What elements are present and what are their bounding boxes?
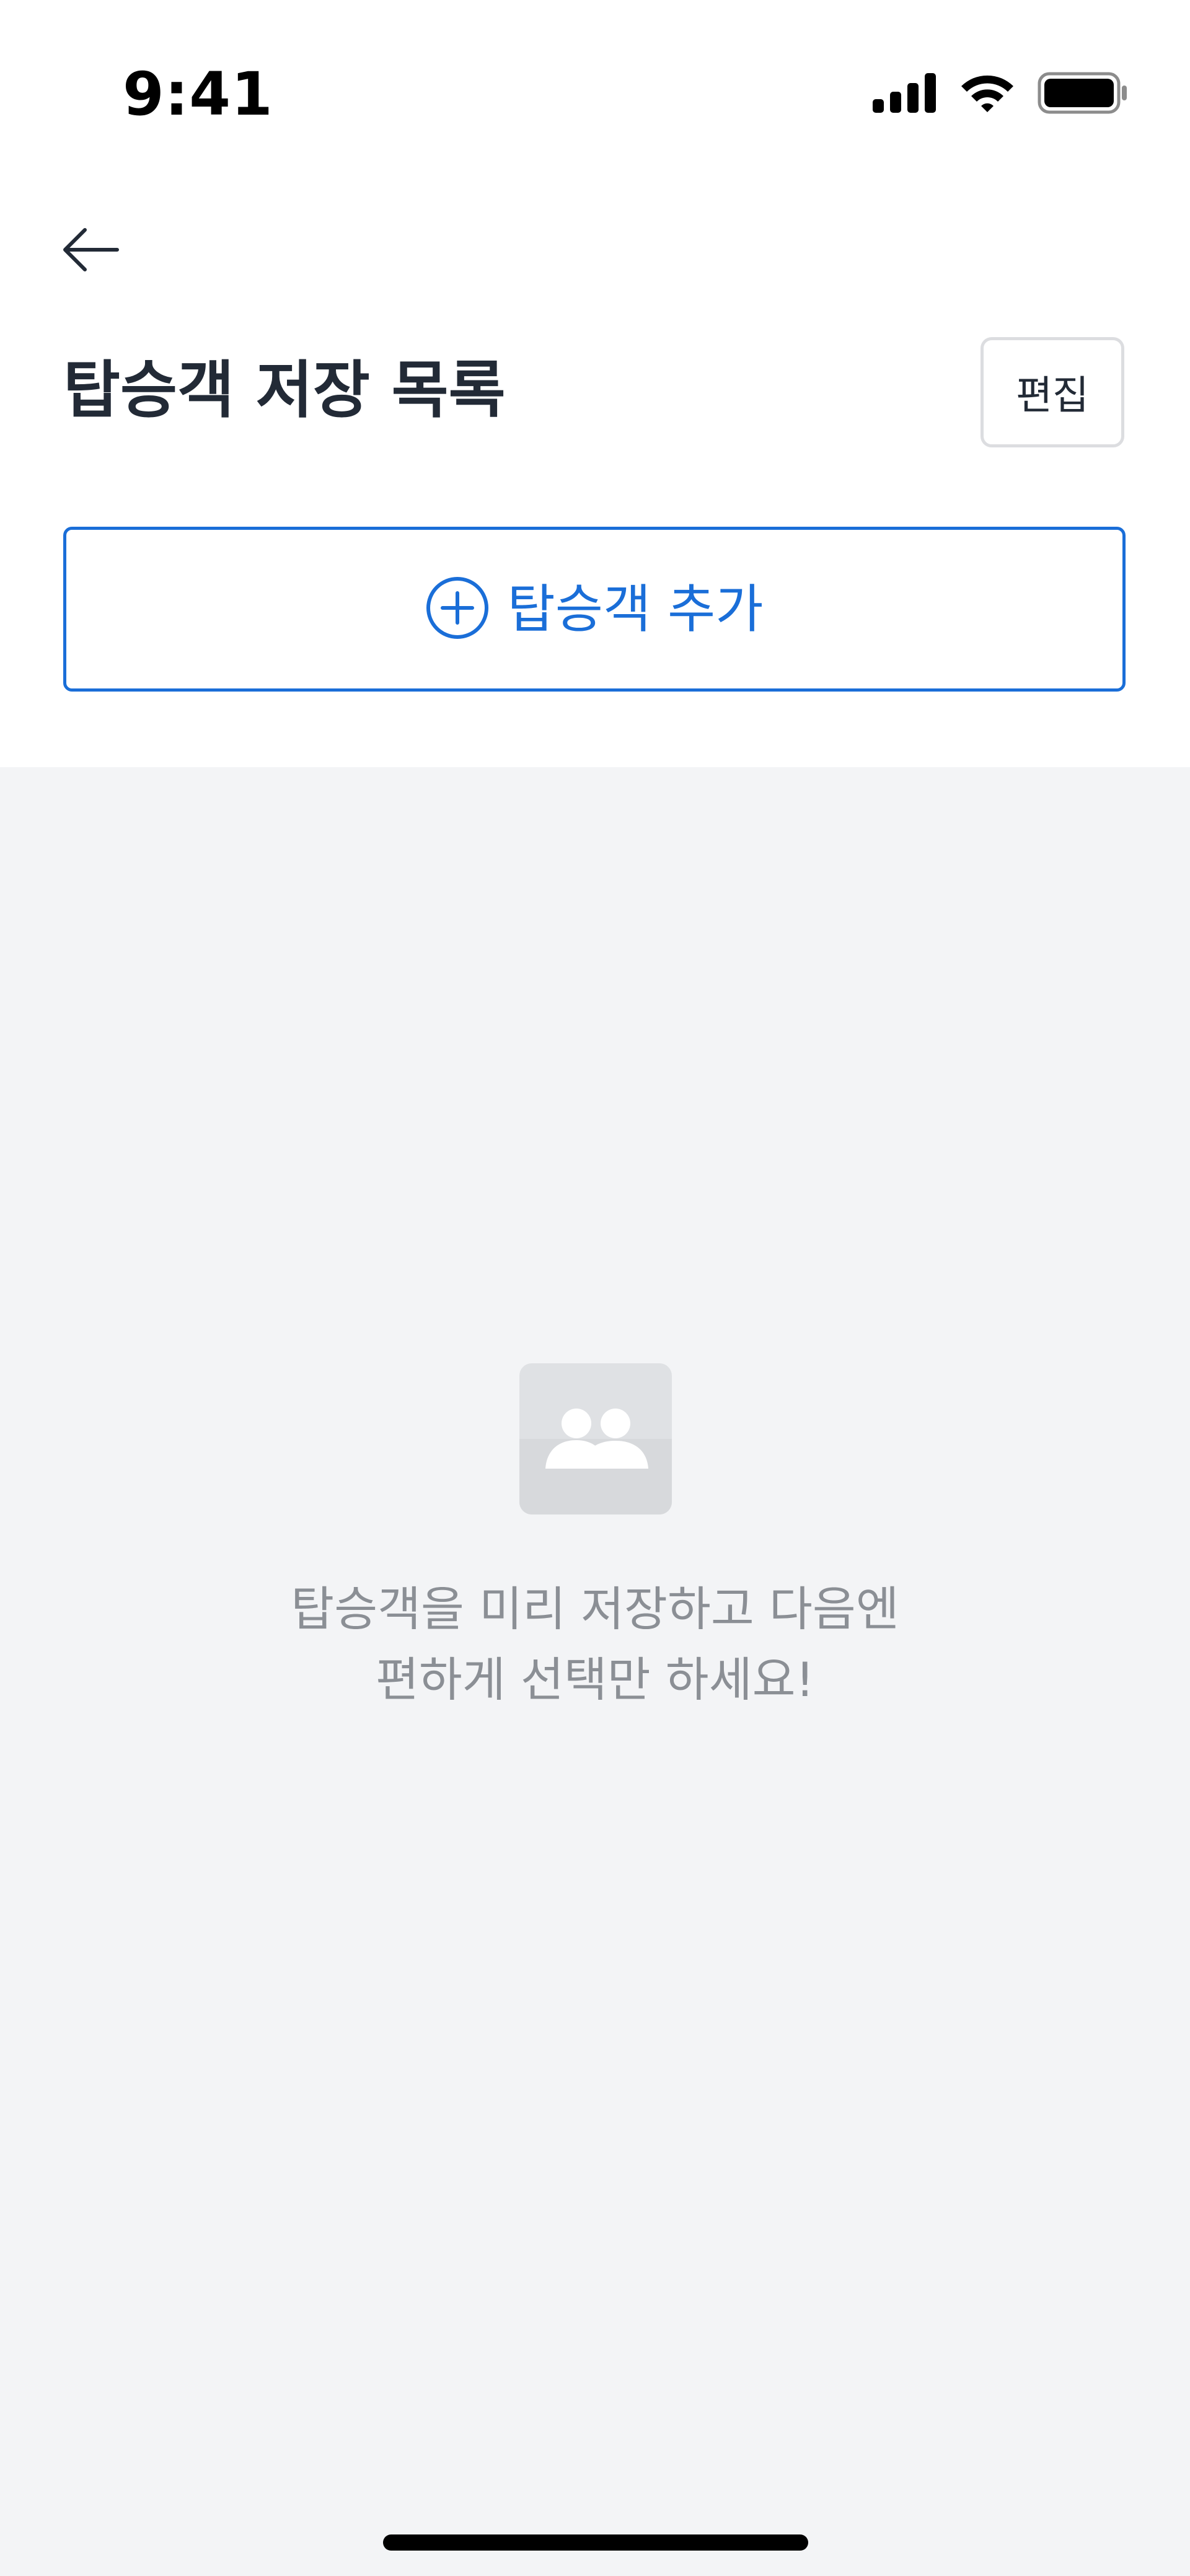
arrow-left-icon xyxy=(61,226,121,276)
add-passenger-button[interactable]: 탑승객 추가 xyxy=(63,527,1126,692)
add-passenger-label: 탑승객 추가 xyxy=(507,579,764,640)
plus-circle-icon xyxy=(425,576,490,643)
people-icon xyxy=(519,1409,672,1514)
battery-icon xyxy=(1038,72,1128,116)
home-indicator xyxy=(383,2534,808,2551)
status-time: 9:41 xyxy=(123,59,273,129)
empty-state-message-line1: 탑승객을 미리 저장하고 다음엔 xyxy=(291,1581,899,1637)
edit-button[interactable]: 편집 xyxy=(981,337,1124,447)
empty-state-message-line2: 편하게 선택만 하세요! xyxy=(375,1652,815,1707)
empty-state-message: 탑승객을 미리 저장하고 다음엔 편하게 선택만 하세요! xyxy=(0,1574,1190,1715)
status-bar: 9:41 xyxy=(0,0,1190,186)
status-icons xyxy=(873,69,1128,119)
wifi-icon xyxy=(959,73,1015,116)
cellular-signal-icon xyxy=(873,73,937,115)
page-title: 탑승객 저장 목록 xyxy=(63,354,506,426)
back-button[interactable] xyxy=(57,217,125,285)
empty-state-illustration xyxy=(519,1363,672,1514)
